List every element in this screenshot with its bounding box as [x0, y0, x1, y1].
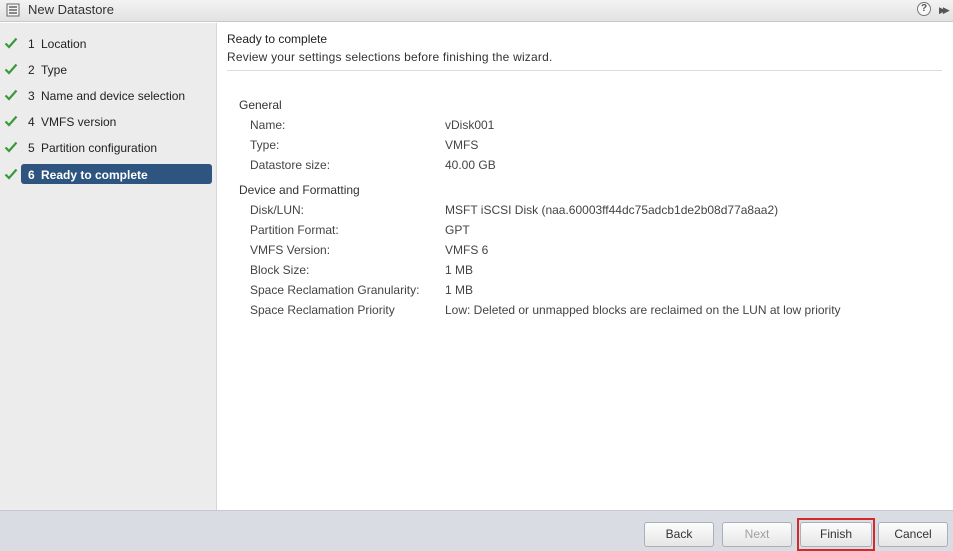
- summary-label: Disk/LUN:: [250, 203, 305, 217]
- summary-label: Name:: [250, 118, 286, 132]
- checkmark-icon: [4, 168, 18, 180]
- page-title: Ready to complete: [227, 32, 328, 46]
- summary-value: VMFS: [445, 138, 479, 152]
- summary-value: MSFT iSCSI Disk (naa.60003ff44dc75adcb1d…: [445, 203, 779, 217]
- summary-label: Space Reclamation Granularity:: [250, 283, 420, 297]
- header-divider: [227, 70, 942, 71]
- step-number: 2: [28, 63, 35, 77]
- step-label: Type: [41, 63, 68, 77]
- summary-row-type: Type: VMFS: [217, 138, 953, 156]
- summary-value: GPT: [445, 223, 470, 237]
- summary-row-partition-format: Partition Format: GPT: [217, 223, 953, 241]
- summary-row-space-reclamation-granularity: Space Reclamation Granularity: 1 MB: [217, 283, 953, 301]
- summary-value: 40.00 GB: [445, 158, 496, 172]
- wizard-steps-sidebar: 1 Location 2 Type 3 Name and device sele…: [0, 23, 217, 510]
- step-vmfs-version[interactable]: 4 VMFS version: [0, 111, 217, 133]
- summary-value: Low: Deleted or unmapped blocks are recl…: [445, 303, 841, 317]
- title-bar: New Datastore ? ▶▶: [0, 0, 953, 22]
- back-button[interactable]: Back: [644, 522, 714, 547]
- summary-value: 1 MB: [445, 283, 474, 297]
- summary-label: VMFS Version:: [250, 243, 331, 257]
- wizard-footer: Back Next Finish Cancel: [0, 510, 953, 551]
- step-number: 6: [28, 168, 35, 182]
- summary-row-name: Name: vDisk001: [217, 118, 953, 136]
- summary-row-datastore-size: Datastore size: 40.00 GB: [217, 158, 953, 176]
- step-number: 1: [28, 37, 35, 51]
- summary-row-disk-lun: Disk/LUN: MSFT iSCSI Disk (naa.60003ff44…: [217, 203, 953, 221]
- checkmark-icon: [4, 141, 18, 153]
- step-type[interactable]: 2 Type: [0, 59, 217, 81]
- cancel-button[interactable]: Cancel: [878, 522, 948, 547]
- page-subtitle: Review your settings selections before f…: [227, 50, 553, 64]
- step-label: Location: [41, 37, 87, 51]
- datastore-icon: [6, 3, 20, 17]
- summary-label: Type:: [250, 138, 280, 152]
- wizard-content: Ready to complete Review your settings s…: [217, 23, 953, 510]
- summary-value: 1 MB: [445, 263, 474, 277]
- step-number: 5: [28, 141, 35, 155]
- summary-row-vmfs-version: VMFS Version: VMFS 6: [217, 243, 953, 261]
- checkmark-icon: [4, 37, 18, 49]
- checkmark-icon: [4, 89, 18, 101]
- summary-label: Block Size:: [250, 263, 310, 277]
- finish-button[interactable]: Finish: [800, 522, 872, 547]
- step-partition-configuration[interactable]: 5 Partition configuration: [0, 137, 217, 159]
- next-button[interactable]: Next: [722, 522, 792, 547]
- step-number: 4: [28, 115, 35, 129]
- section-heading-device-and-formatting: Device and Formatting: [239, 183, 360, 197]
- checkmark-icon: [4, 115, 18, 127]
- summary-row-space-reclamation-priority: Space Reclamation Priority Low: Deleted …: [217, 303, 953, 321]
- summary-value: VMFS 6: [445, 243, 489, 257]
- summary-label: Partition Format:: [250, 223, 339, 237]
- step-ready-to-complete[interactable]: 6 Ready to complete: [0, 164, 217, 186]
- window-title: New Datastore: [28, 2, 114, 17]
- section-heading-general: General: [239, 98, 282, 112]
- expand-icon[interactable]: ▶▶: [939, 3, 950, 17]
- step-name-and-device-selection[interactable]: 3 Name and device selection: [0, 85, 217, 107]
- summary-value: vDisk001: [445, 118, 495, 132]
- summary-label: Datastore size:: [250, 158, 331, 172]
- step-location[interactable]: 1 Location: [0, 33, 217, 55]
- step-label: Partition configuration: [41, 141, 158, 155]
- step-label: Ready to complete: [41, 168, 148, 182]
- help-icon[interactable]: ?: [917, 2, 931, 16]
- summary-row-block-size: Block Size: 1 MB: [217, 263, 953, 281]
- step-number: 3: [28, 89, 35, 103]
- step-label: VMFS version: [41, 115, 117, 129]
- checkmark-icon: [4, 63, 18, 75]
- summary-label: Space Reclamation Priority: [250, 303, 395, 317]
- step-label: Name and device selection: [41, 89, 186, 103]
